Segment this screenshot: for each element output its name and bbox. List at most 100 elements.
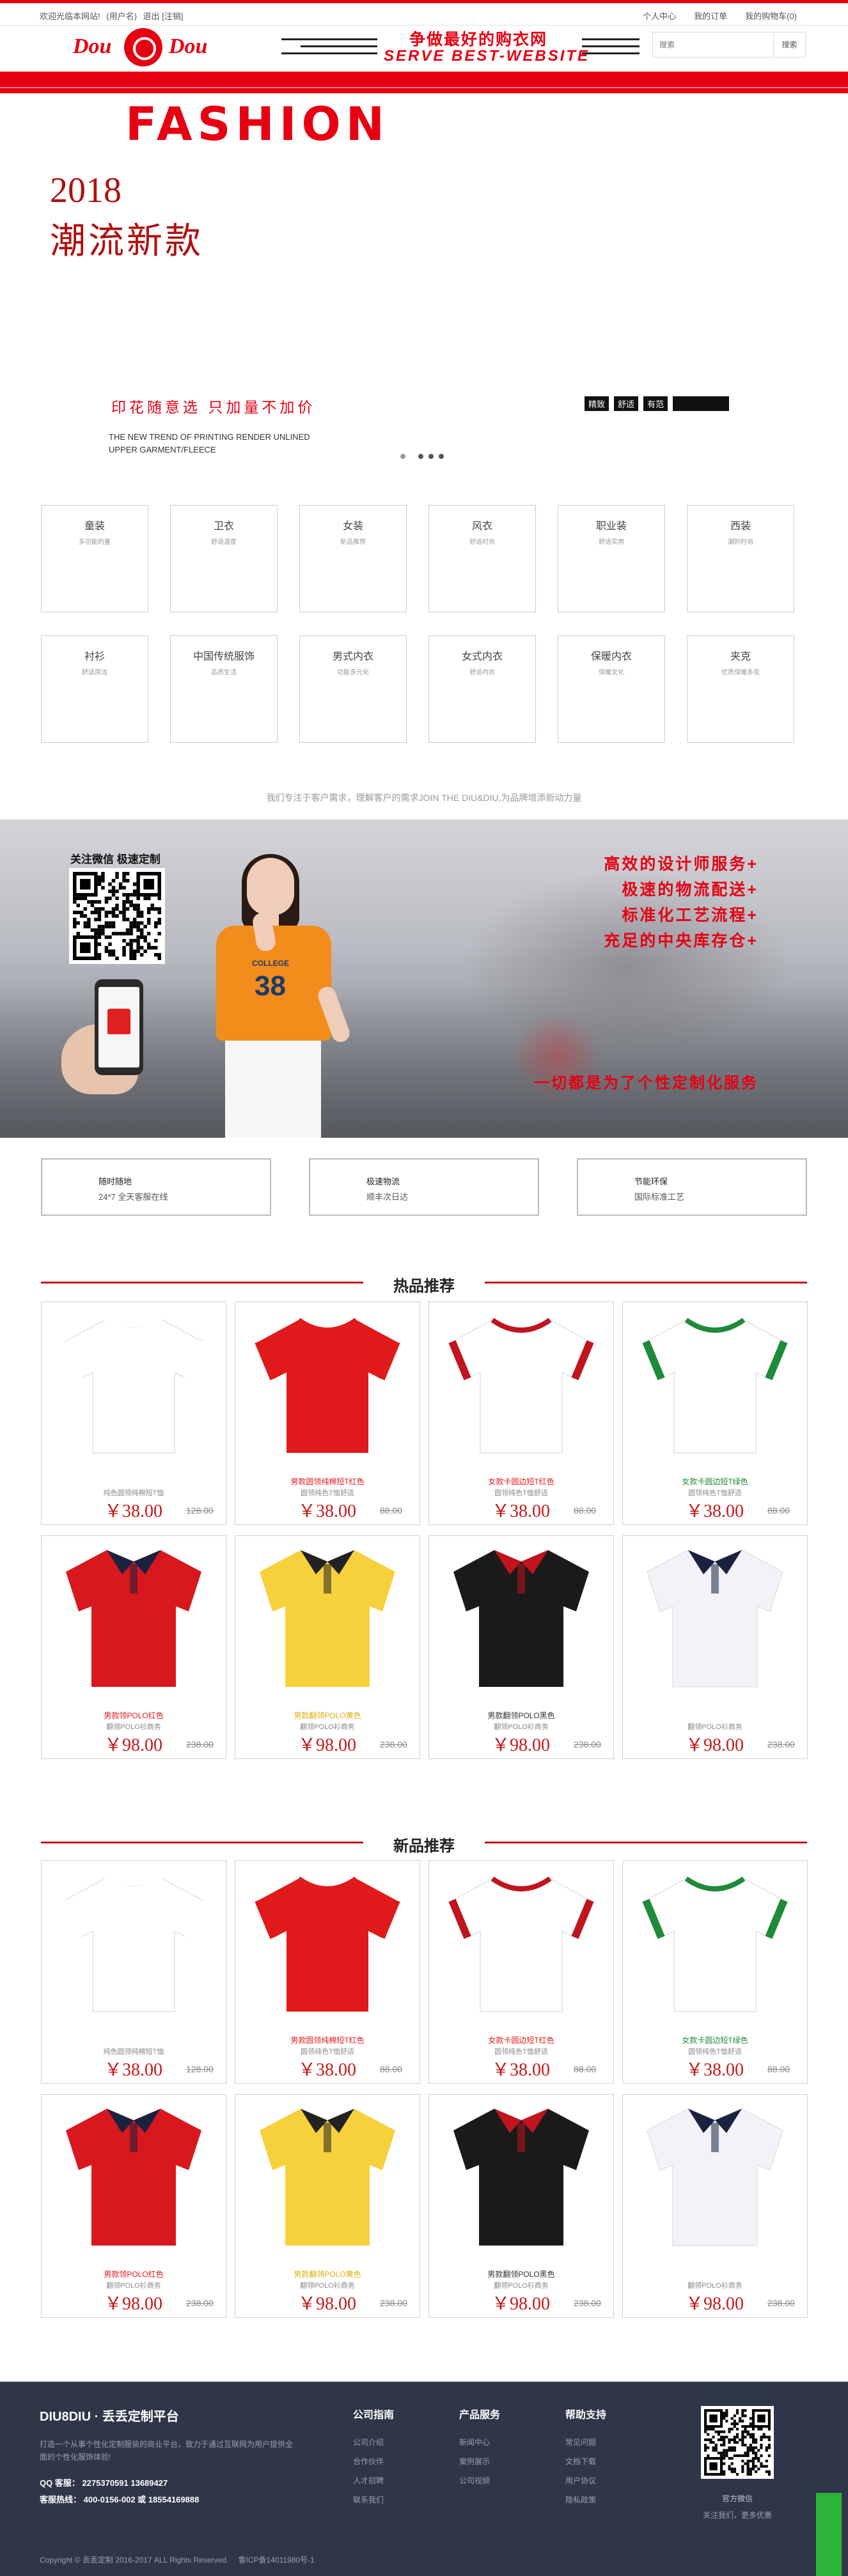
slogan-cn: 争做最好的购衣网: [409, 31, 548, 49]
carousel-dot[interactable]: [418, 454, 423, 459]
product-card[interactable]: 纯色圆领纯棉短T恤 ￥38.00 128.00: [41, 1301, 226, 1525]
product-image[interactable]: [429, 1302, 613, 1487]
product-price: ￥98.00: [492, 2294, 551, 2314]
category-card[interactable]: 风衣 舒适时尚: [428, 505, 536, 612]
footer-link[interactable]: 公司介绍: [353, 2433, 394, 2452]
carousel-dot[interactable]: [400, 454, 405, 459]
tshirt-image: [255, 1317, 400, 1453]
footer-link[interactable]: 公司视频: [459, 2471, 500, 2490]
product-image[interactable]: [235, 1302, 420, 1487]
product-image[interactable]: [429, 2095, 613, 2280]
product-card[interactable]: 男款圆领纯棉短T红色 圆领纯色T恤舒适 ￥38.00 88.00: [235, 1860, 420, 2084]
product-card[interactable]: 女款卡圆边短T绿色 圆领纯色T恤舒适 ￥38.00 88.00: [622, 1301, 808, 1525]
category-card[interactable]: 职业装 舒适实用: [558, 505, 665, 612]
product-card[interactable]: 纯色圆领纯棉短T恤 ￥38.00 128.00: [41, 1860, 226, 2084]
footer-col-title: 公司指南: [353, 2410, 395, 2421]
product-card[interactable]: 男款领POLO红色 翻领POLO衫商务 ￥98.00 238.00: [41, 2094, 226, 2318]
product-card[interactable]: 男款领POLO红色 翻领POLO衫商务 ￥98.00 238.00: [41, 1535, 226, 1759]
search-input[interactable]: [653, 33, 774, 57]
carousel-dot[interactable]: [439, 454, 444, 459]
product-image[interactable]: [235, 2095, 420, 2280]
footer-link[interactable]: 合作伙伴: [353, 2452, 394, 2471]
category-card[interactable]: 保暖内衣 保暖文化: [558, 635, 665, 743]
user-center-link[interactable]: 个人中心: [643, 10, 676, 22]
my-orders-link[interactable]: 我的订单: [694, 10, 727, 22]
category-card[interactable]: 西装 潮的时尚: [687, 505, 794, 612]
category-sub: 多功能的童: [79, 539, 111, 546]
search-button[interactable]: 搜索: [773, 33, 805, 57]
category-card[interactable]: 童装 多功能的童: [41, 505, 148, 612]
floating-side-tab[interactable]: [816, 2493, 842, 2576]
product-card[interactable]: 男款翻领POLO黑色 翻领POLO衫商务 ￥98.00 238.00: [428, 1535, 614, 1759]
icp-text[interactable]: 鲁ICP备14011980号-1: [239, 2556, 315, 2564]
banner-en-line-2: UPPER GARMENT/FLEECE: [109, 445, 216, 454]
cart-link[interactable]: 我的购物车(0): [745, 10, 797, 22]
product-image[interactable]: [623, 1536, 807, 1721]
footer-qr-label: 官方微信: [721, 2494, 753, 2503]
product-card[interactable]: 男款翻领POLO黑色 翻领POLO衫商务 ￥98.00 238.00: [428, 2094, 614, 2318]
logout-link[interactable]: 退出 [注销]: [143, 12, 184, 21]
product-desc: 圆领纯色T恤舒适: [494, 1489, 548, 1497]
tshirt-image: [642, 1876, 788, 2012]
carousel-dot[interactable]: [428, 454, 434, 459]
feature-desc: 24*7 全天客服在线: [98, 1192, 168, 1202]
polo-shirt-image: [260, 1550, 395, 1687]
footer-phone: 客服热线： 400-0156-002 或 18554169888: [40, 2495, 200, 2504]
product-price: ￥38.00: [686, 1501, 744, 1521]
product-card[interactable]: 男款翻领POLO黄色 翻领POLO衫商务 ￥98.00 238.00: [235, 1535, 420, 1759]
footer-link[interactable]: 隐私政策: [565, 2490, 606, 2510]
category-card[interactable]: 女装 新品推荐: [299, 505, 407, 612]
logo-text-left: Dou: [73, 35, 112, 58]
product-card[interactable]: 男款圆领纯棉短T红色 圆领纯色T恤舒适 ￥38.00 88.00: [235, 1301, 420, 1525]
product-name: 男款翻领POLO黑色: [487, 1711, 555, 1720]
product-image[interactable]: [42, 1536, 226, 1721]
footer-link[interactable]: 人才招聘: [353, 2471, 394, 2490]
category-sub: 保暖文化: [599, 669, 624, 676]
category-card[interactable]: 夹克 优质保暖多变: [687, 635, 794, 743]
product-image[interactable]: [235, 1861, 420, 2046]
product-image[interactable]: [623, 1861, 807, 2046]
search-box: 搜索: [652, 32, 806, 58]
product-image[interactable]: [42, 1861, 226, 2046]
product-card[interactable]: 女款卡圆边短T红色 圆领纯色T恤舒适 ￥38.00 88.00: [428, 1860, 614, 2084]
product-image[interactable]: [429, 1536, 613, 1721]
category-card[interactable]: 衬衫 舒适简洁: [41, 635, 148, 743]
category-name: 童装: [84, 521, 105, 532]
product-card[interactable]: 男款翻领POLO黄色 翻领POLO衫商务 ￥98.00 238.00: [235, 2094, 420, 2318]
category-card[interactable]: 女式内衣 舒适内衣: [428, 635, 536, 743]
footer-link[interactable]: 文档下载: [565, 2452, 606, 2471]
product-card[interactable]: 翻领POLO衫商务 ￥98.00 238.00: [622, 2094, 808, 2318]
footer-link[interactable]: 用户协议: [565, 2471, 606, 2490]
footer-link[interactable]: 联系我们: [353, 2490, 394, 2510]
polo-shirt-image: [260, 2109, 395, 2246]
product-card[interactable]: 女款卡圆边短T红色 圆领纯色T恤舒适 ￥38.00 88.00: [428, 1301, 614, 1525]
shirt-print-text: COLLEGE: [252, 959, 290, 968]
service-item: 标准化工艺流程+: [622, 906, 758, 924]
category-name: 女式内衣: [461, 651, 503, 662]
username-link[interactable]: (用户名): [106, 12, 137, 21]
category-card[interactable]: 男式内衣 功能多元化: [299, 635, 407, 743]
category-card[interactable]: 卫衣 舒适温度: [170, 505, 278, 612]
product-card[interactable]: 女款卡圆边短T绿色 圆领纯色T恤舒适 ￥38.00 88.00: [622, 1860, 808, 2084]
wechat-qr-code: [69, 868, 165, 964]
product-image[interactable]: [235, 1536, 420, 1721]
footer-link[interactable]: 案例展示: [459, 2452, 500, 2471]
category-sub: 舒适实用: [599, 539, 624, 546]
footer-link[interactable]: 常见问题: [565, 2433, 606, 2452]
footer-copyright: Copyright © 丢丢定制 2016-2017 ALL Rights Re…: [40, 2554, 315, 2565]
footer-qr-sub: 关注我们，更多优惠: [702, 2511, 772, 2520]
product-old-price: 238.00: [380, 1739, 407, 1750]
product-name: 男款领POLO红色: [104, 1711, 164, 1720]
feature-title: 节能环保: [634, 1177, 668, 1186]
category-sub: 潮的时尚: [728, 539, 753, 546]
product-image[interactable]: [623, 2095, 807, 2280]
product-card[interactable]: 翻领POLO衫商务 ￥98.00 238.00: [622, 1535, 808, 1759]
product-image[interactable]: [623, 1302, 807, 1487]
product-image[interactable]: [42, 1302, 226, 1487]
product-image[interactable]: [429, 1861, 613, 2046]
footer-link[interactable]: 新闻中心: [459, 2433, 500, 2452]
site-logo[interactable]: Dou Dou: [73, 28, 214, 68]
product-image[interactable]: [42, 2095, 226, 2280]
category-name: 卫衣: [213, 521, 234, 532]
category-card[interactable]: 中国传统服饰 品质生活: [170, 635, 278, 743]
